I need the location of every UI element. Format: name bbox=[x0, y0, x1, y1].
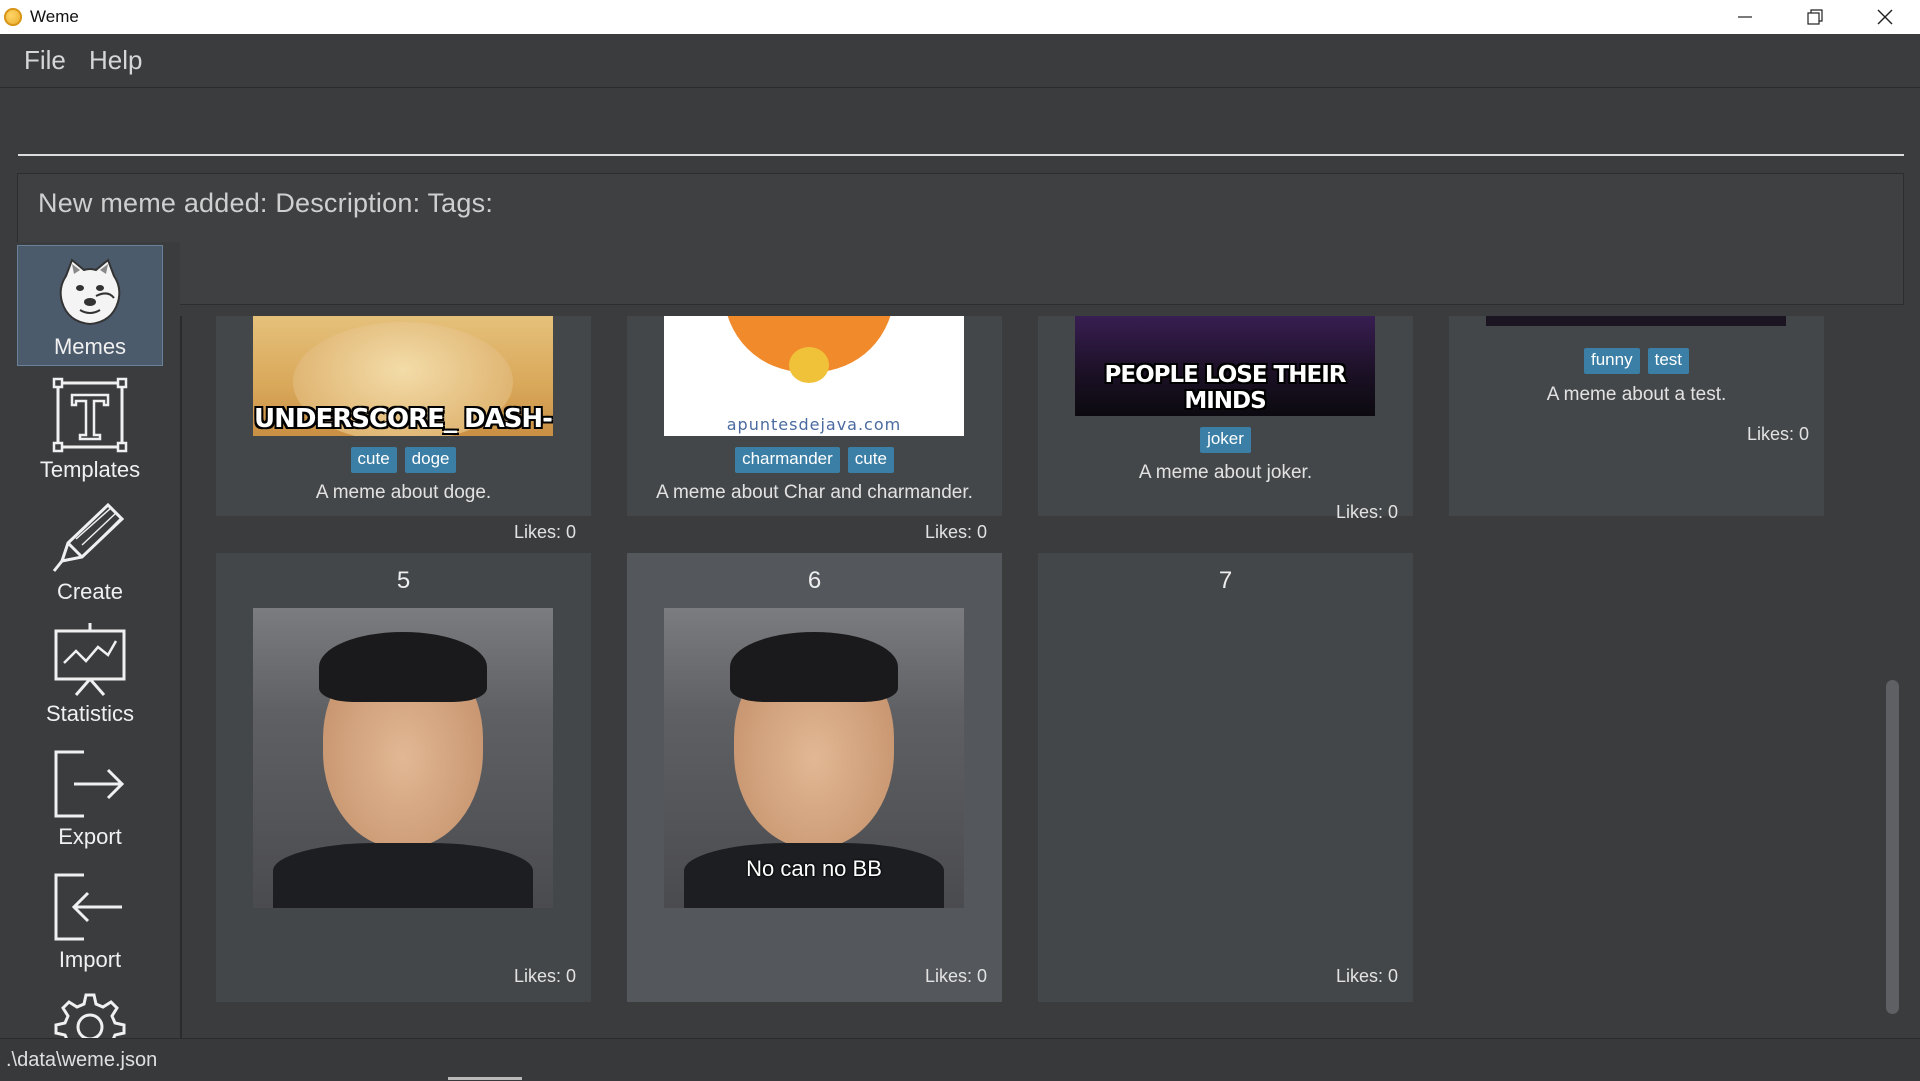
tag-chip: cute bbox=[350, 447, 397, 473]
storage-path: .\data\weme.json bbox=[6, 1049, 158, 1071]
sidebar-item-templates[interactable]: Templates bbox=[17, 369, 163, 490]
meme-image: PEOPLE LOSE THEIR MINDS bbox=[1075, 316, 1375, 416]
title-bar: Weme bbox=[0, 0, 1920, 34]
sidebar-item-settings[interactable] bbox=[17, 981, 163, 1038]
meme-likes: Likes: 0 bbox=[513, 966, 576, 986]
sidebar-item-label: Create bbox=[56, 579, 124, 604]
tag-chip: cute bbox=[847, 447, 894, 473]
grid-scrollbar[interactable] bbox=[1882, 316, 1904, 1038]
meme-card[interactable]: 6 No can no BB Likes: 0 bbox=[627, 553, 1002, 1002]
chart-board-icon bbox=[54, 623, 126, 696]
meme-likes: Likes: 0 bbox=[1335, 502, 1398, 522]
meme-image bbox=[1486, 316, 1786, 326]
sidebar: Memes Templates Create Statistics Export… bbox=[0, 242, 180, 1038]
scrollbar-thumb[interactable] bbox=[1886, 680, 1899, 1014]
tag-chip: doge bbox=[404, 447, 457, 473]
meme-likes: Likes: 0 bbox=[1335, 966, 1398, 986]
close-icon bbox=[1877, 9, 1893, 25]
meme-card[interactable]: 7 Likes: 0 bbox=[1038, 553, 1413, 1002]
tag-chip: funny bbox=[1584, 348, 1640, 374]
meme-caption: PEOPLE LOSE THEIR MINDS bbox=[1104, 362, 1347, 414]
meme-card[interactable]: PEOPLE LOSE THEIR MINDS joker A meme abo… bbox=[1038, 316, 1413, 522]
meme-card[interactable]: funny test A meme about a test. Likes: 0 bbox=[1449, 316, 1824, 516]
restore-button[interactable] bbox=[1780, 0, 1850, 34]
sidebar-item-export[interactable]: Export bbox=[17, 736, 163, 857]
pencil-icon bbox=[52, 502, 125, 572]
gear-icon bbox=[54, 993, 126, 1038]
sidebar-item-statistics[interactable]: Statistics bbox=[17, 613, 163, 734]
doge-icon bbox=[59, 258, 121, 326]
meme-image: apuntesdejava.com bbox=[664, 316, 964, 436]
menu-divider bbox=[0, 87, 1920, 88]
window-title: Weme bbox=[30, 7, 79, 26]
meme-card[interactable]: apuntesdejava.com charmander cute A meme… bbox=[627, 316, 1002, 542]
meme-caption: UNDERSCORE_ DASH- bbox=[254, 404, 553, 434]
meme-card[interactable]: 5 Likes: 0 bbox=[216, 553, 591, 1002]
meme-likes: Likes: 0 bbox=[1746, 424, 1809, 444]
meme-caption: No can no BB bbox=[746, 856, 882, 881]
tag-list: charmander cute bbox=[627, 447, 1002, 473]
meme-card[interactable]: UNDERSCORE_ DASH- cute doge A meme about… bbox=[216, 316, 591, 542]
status-bar: .\data\weme.json bbox=[0, 1038, 1920, 1081]
sidebar-item-memes[interactable]: Memes bbox=[17, 245, 163, 366]
result-text: New meme added: Description: Tags: bbox=[38, 188, 494, 218]
import-icon bbox=[54, 873, 122, 941]
meme-image: No can no BB bbox=[664, 608, 964, 908]
meme-image: UNDERSCORE_ DASH- bbox=[253, 316, 553, 436]
sidebar-item-label: Memes bbox=[53, 334, 127, 359]
sidebar-item-label: Templates bbox=[39, 457, 141, 482]
tag-list: cute doge bbox=[216, 447, 591, 473]
minimize-icon bbox=[1738, 16, 1752, 18]
menu-help[interactable]: Help bbox=[89, 45, 142, 76]
meme-likes: Likes: 0 bbox=[513, 522, 576, 542]
meme-index: 5 bbox=[396, 567, 411, 594]
close-button[interactable] bbox=[1850, 0, 1920, 34]
tag-chip: joker bbox=[1200, 427, 1251, 453]
restore-icon bbox=[1807, 9, 1823, 25]
meme-likes: Likes: 0 bbox=[924, 966, 987, 986]
meme-description: A meme about doge. bbox=[315, 482, 492, 503]
menu-bar: File Help bbox=[0, 34, 1920, 86]
menu-file[interactable]: File bbox=[24, 45, 66, 76]
app-icon bbox=[4, 8, 22, 26]
meme-index: 7 bbox=[1218, 567, 1233, 594]
tag-list: funny test bbox=[1449, 348, 1824, 374]
tag-chip: test bbox=[1647, 348, 1689, 374]
meme-description: A meme about joker. bbox=[1138, 462, 1313, 483]
export-icon bbox=[54, 750, 125, 818]
command-input[interactable] bbox=[18, 90, 1904, 154]
meme-caption: apuntesdejava.com bbox=[726, 415, 902, 434]
meme-grid: UNDERSCORE_ DASH- cute doge A meme about… bbox=[182, 316, 1882, 1038]
sidebar-item-import[interactable]: Import bbox=[17, 859, 163, 980]
template-icon bbox=[52, 377, 128, 453]
meme-index: 6 bbox=[807, 567, 822, 594]
sidebar-item-label: Export bbox=[58, 824, 122, 849]
meme-description: A meme about a test. bbox=[1546, 384, 1727, 405]
command-box bbox=[18, 90, 1904, 156]
sidebar-item-label: Statistics bbox=[45, 701, 135, 726]
meme-likes: Likes: 0 bbox=[924, 522, 987, 542]
meme-image bbox=[253, 608, 553, 908]
sidebar-item-create[interactable]: Create bbox=[17, 491, 163, 612]
minimize-button[interactable] bbox=[1710, 0, 1780, 34]
tag-list: joker bbox=[1038, 427, 1413, 453]
meme-description: A meme about Char and charmander. bbox=[656, 482, 973, 503]
tag-chip: charmander bbox=[735, 447, 840, 473]
sidebar-item-label: Import bbox=[58, 947, 122, 972]
result-display: New meme added: Description: Tags: bbox=[17, 173, 1904, 305]
